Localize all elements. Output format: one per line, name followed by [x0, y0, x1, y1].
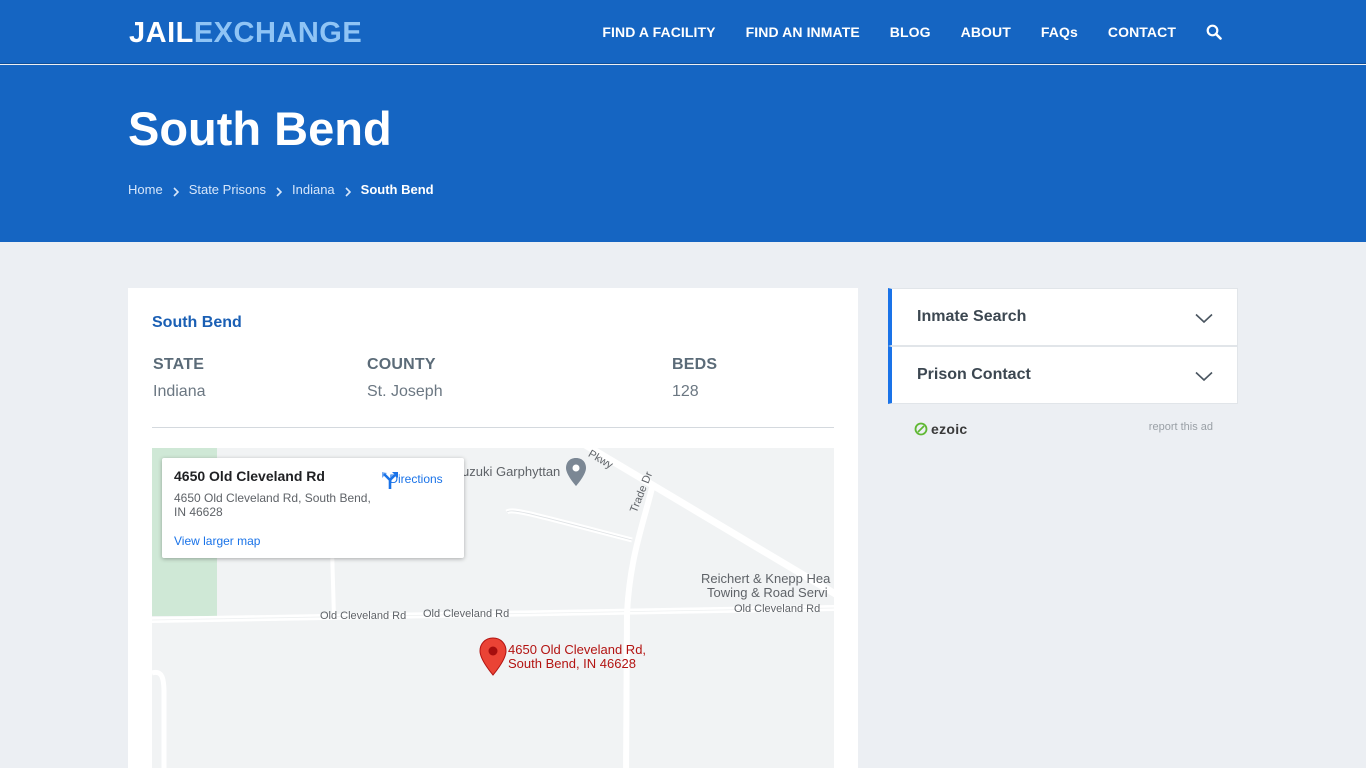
road-label: Old Cleveland Rd — [423, 608, 510, 620]
breadcrumb-home[interactable]: Home — [128, 182, 163, 197]
pin-label: 4650 Old Cleveland Rd, South Bend, IN 46… — [508, 643, 646, 671]
ezoic-icon — [914, 422, 928, 436]
ad-footer: ezoic report this ad — [914, 420, 1214, 440]
top-navbar: JAILEXCHANGE FIND A FACILITY FIND AN INM… — [0, 0, 1366, 64]
county-value: St. Joseph — [367, 383, 443, 400]
divider — [152, 427, 834, 428]
chevron-right-icon — [173, 185, 179, 197]
chevron-right-icon — [276, 185, 283, 197]
nav-find-facility[interactable]: FIND A FACILITY — [602, 24, 715, 40]
road-label: Old Cleveland Rd — [320, 610, 407, 622]
directions-button[interactable]: Directions — [380, 470, 452, 489]
logo-text-jail: JAIL — [129, 17, 194, 49]
breadcrumb: Home State Prisons Indiana South Bend — [128, 182, 434, 197]
ezoic-brand: ezoic — [931, 421, 968, 437]
search-icon[interactable] — [1206, 24, 1222, 40]
nav-contact[interactable]: CONTACT — [1108, 24, 1176, 40]
info-state: STATE Indiana — [153, 356, 206, 401]
state-label: STATE — [153, 356, 205, 373]
infobox-address: 4650 Old Cleveland Rd, South Bend, IN 46… — [174, 491, 371, 519]
breadcrumb-state-prisons[interactable]: State Prisons — [189, 182, 266, 197]
beds-label: BEDS — [672, 356, 718, 373]
breadcrumb-current: South Bend — [360, 182, 434, 197]
poi-label[interactable]: Reichert & Knepp Hea — [701, 572, 830, 586]
accordion-prison-contact[interactable]: Prison Contact — [888, 346, 1238, 404]
facility-name: South Bend — [152, 314, 242, 331]
nav-find-inmate[interactable]: FIND AN INMATE — [746, 24, 860, 40]
page-hero: South Bend Home State Prisons Indiana So… — [0, 65, 1366, 242]
accordion-label: Prison Contact — [917, 366, 1031, 383]
page-title: South Bend — [128, 102, 392, 155]
road-label: Old Cleveland Rd — [734, 603, 821, 615]
info-beds: BEDS 128 — [672, 356, 717, 401]
nav-blog[interactable]: BLOG — [890, 24, 931, 40]
accordion-inmate-search[interactable]: Inmate Search — [888, 288, 1238, 346]
beds-value: 128 — [672, 383, 699, 400]
nav-about[interactable]: ABOUT — [961, 24, 1011, 40]
county-label: COUNTY — [367, 356, 436, 373]
poi-label[interactable]: uzuki Garphyttan — [462, 465, 560, 479]
ezoic-logo[interactable]: ezoic — [914, 421, 968, 437]
poi-label[interactable]: Towing & Road Servi — [707, 586, 828, 600]
breadcrumb-indiana[interactable]: Indiana — [292, 182, 335, 197]
nav-faqs[interactable]: FAQs — [1041, 24, 1078, 40]
facility-card: South Bend STATE Indiana COUNTY St. Jose… — [128, 288, 858, 768]
state-value: Indiana — [153, 383, 206, 400]
chevron-down-icon — [1195, 369, 1213, 382]
google-map[interactable]: Old Cleveland Rd Old Cleveland Rd Old Cl… — [152, 448, 834, 768]
site-logo[interactable]: JAILEXCHANGE — [129, 17, 362, 49]
report-ad-link[interactable]: report this ad — [1149, 421, 1213, 433]
main-nav: FIND A FACILITY FIND AN INMATE BLOG ABOU… — [572, 0, 1366, 64]
infobox-title: 4650 Old Cleveland Rd — [174, 468, 325, 484]
chevron-right-icon — [345, 185, 351, 197]
map-info-card: 4650 Old Cleveland Rd 4650 Old Cleveland… — [162, 458, 464, 558]
info-county: COUNTY St. Joseph — [367, 356, 443, 401]
view-larger-map-link[interactable]: View larger map — [174, 534, 260, 548]
accordion-label: Inmate Search — [917, 308, 1027, 325]
pin-label-line2: South Bend, IN 46628 — [508, 656, 636, 671]
pin-label-line1: 4650 Old Cleveland Rd, — [508, 642, 647, 657]
logo-text-exchange: EXCHANGE — [193, 17, 363, 49]
chevron-down-icon — [1195, 311, 1213, 324]
